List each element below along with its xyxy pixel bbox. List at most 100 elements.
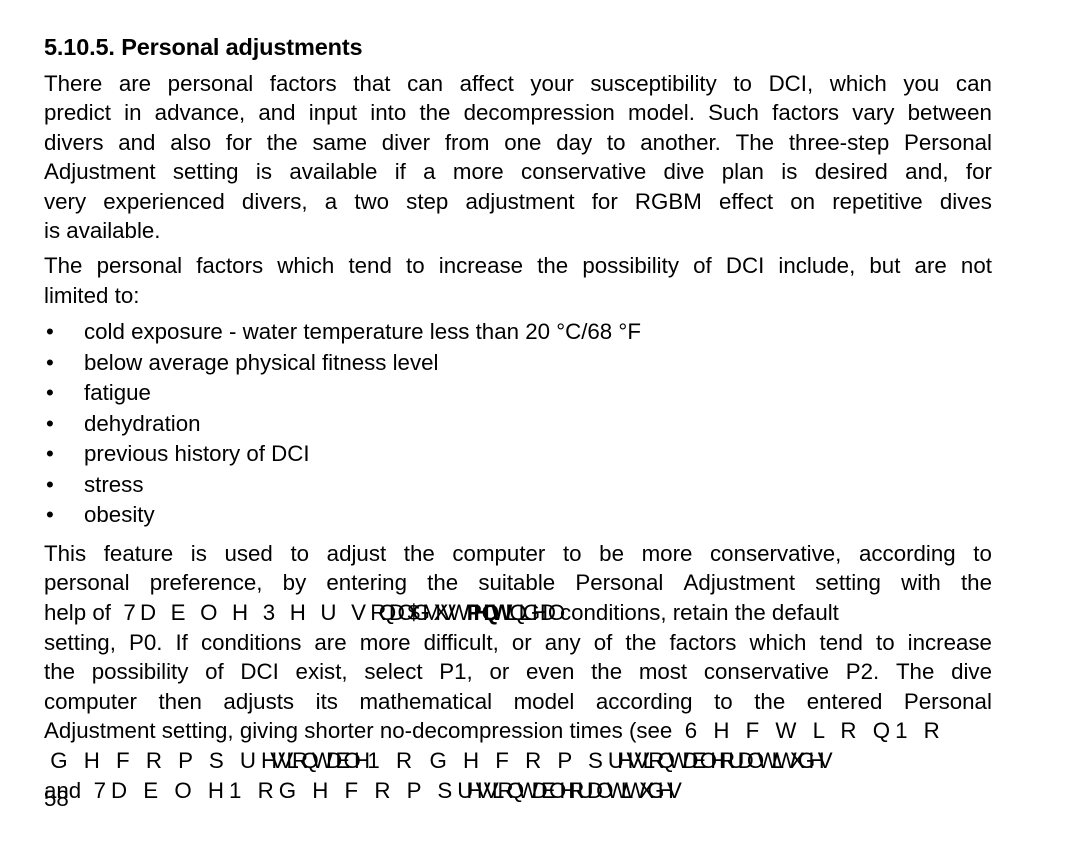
line-word: factors: [772, 100, 840, 126]
line-word: for: [225, 129, 252, 155]
line-word: divers,: [241, 188, 308, 214]
line-word: possibility: [91, 659, 189, 685]
line-word: possibility: [582, 253, 679, 279]
line-word: DCI,: [768, 70, 814, 96]
corrupt-glyphs-clear: 7D E O H: [93, 777, 229, 803]
line-word: according: [595, 688, 693, 714]
line-word: dive: [663, 159, 705, 185]
line-word: then: [158, 688, 202, 714]
paragraph-line: limited to:: [44, 282, 140, 308]
line-word: factors: [669, 629, 737, 655]
bullet-icon: •: [46, 471, 54, 497]
paragraph-line: very experienced divers, a two step adjustment…: [44, 187, 992, 217]
line-word: entered: [806, 688, 883, 714]
line-word: computer: [452, 540, 546, 566]
corrupt-glyphs-clear: G H F R P S: [429, 747, 608, 773]
line-word: personal: [167, 70, 254, 96]
line-word: of: [693, 253, 712, 279]
intro-paragraph: There are personal factors that can affect your…: [44, 69, 992, 247]
line-word: two: [354, 188, 390, 214]
list-item: • previous history of DCI: [44, 439, 992, 470]
list-item-label: cold exposure - water temperature less t…: [84, 319, 641, 345]
corrupt-glyphs-overlapping: UHVVLRQWDEOHIRUDOWLWXGHV: [607, 747, 833, 773]
line-word: and,: [905, 159, 949, 185]
line-word: and: [118, 129, 156, 155]
corrupt-glyphs-overlapping: R Q D O $ G M X V W: [370, 599, 469, 625]
line-word: with: [901, 570, 941, 596]
list-item-label: obesity: [84, 502, 155, 528]
list-item-label: below average physical fitness level: [84, 349, 439, 375]
paragraph-line-with-corrupt-ref: help of 7D E O H 3 H U VR Q D O $ G M X …: [44, 598, 992, 628]
line-word: that: [353, 70, 391, 96]
list-item: • fatigue: [44, 378, 992, 409]
line-word: There: [44, 70, 103, 96]
paragraph-line-with-corrupt-ref: and 7D E O H1 RG H F R P SUHVVLRQWDEOHIR…: [44, 776, 992, 806]
corrupt-glyphs-clear: 6 H F W L R Q: [684, 718, 896, 744]
corrupt-glyphs-clear: 7D E O H 3 H U V: [123, 599, 371, 625]
line-word: conservative,: [710, 540, 842, 566]
line-word: increase: [907, 629, 992, 655]
paragraph-line: There are personal factors that can affect your…: [44, 69, 992, 99]
line-word: adjust: [326, 540, 387, 566]
line-word: If: [175, 629, 188, 655]
line-word: RGBM: [634, 188, 702, 214]
bullet-icon: •: [46, 349, 54, 375]
line-word: adjusts: [223, 688, 295, 714]
corrupted-decompression-table-reference-b: G H F R P SUHVVLRQWDEOHIRUDOWLWXGHV: [429, 747, 833, 773]
line-word: feature: [103, 540, 174, 566]
line-word: any: [544, 629, 581, 655]
line-word: advance,: [154, 100, 246, 126]
line-word: adjustment: [465, 188, 575, 214]
line-word: conditions: [200, 629, 302, 655]
corrupt-glyphs-tail: LQLGHDO: [505, 599, 565, 625]
list-item: • dehydration: [44, 409, 992, 440]
line-word: The: [895, 659, 935, 685]
paragraph-line: the possibility of DCI exist, select P1, or even…: [44, 657, 992, 687]
paragraph-line: computer then adjusts its mathematical model a…: [44, 687, 992, 717]
line-word: also: [170, 129, 212, 155]
line-word: to: [562, 540, 582, 566]
bullet-icon: •: [46, 380, 54, 406]
line-word: to: [606, 129, 626, 155]
list-item: • below average physical fitness level: [44, 348, 992, 379]
line-word: P0.: [128, 629, 163, 655]
line-word: suitable: [478, 570, 556, 596]
line-word: your: [530, 70, 574, 96]
line-word: tend: [348, 253, 392, 279]
usage-paragraph: This feature is used to adjust the computer to be…: [44, 539, 992, 805]
line-word: mathematical: [359, 688, 493, 714]
paragraph-line: is available.: [44, 218, 161, 244]
line-word: is: [781, 159, 798, 185]
line-word: Adjustment: [44, 159, 156, 185]
corrupt-glyphs-clear: G H F R P S U: [50, 747, 261, 773]
document-page: 5.10.5. Personal adjustments There are per…: [0, 0, 1080, 855]
corrupt-glyphs-tail: 1 R: [367, 747, 418, 773]
line-word: of: [205, 659, 224, 685]
paragraph-line: personal preference, by entering the suitable…: [44, 568, 992, 598]
paragraph-line: setting, P0. If conditions are more difficult,…: [44, 628, 992, 658]
paragraph-line: Adjustment setting is available if a more conse…: [44, 157, 992, 187]
line-word: dives: [939, 188, 992, 214]
line-word: if: [394, 159, 406, 185]
line-word: the: [591, 659, 623, 685]
line-word: and: [258, 100, 296, 126]
line-word: Such: [708, 100, 759, 126]
line-word: according: [859, 540, 956, 566]
line-word: tend: [819, 629, 863, 655]
line-word: plan: [721, 159, 764, 185]
line-word: predict: [44, 100, 111, 126]
line-word: to: [973, 540, 992, 566]
paragraph-line: This feature is used to adjust the computer to be…: [44, 539, 992, 569]
line-word: another.: [640, 129, 721, 155]
line-word: decompression: [463, 100, 615, 126]
line-word: in: [124, 100, 142, 126]
line-word: repetitive: [832, 188, 923, 214]
line-word: a: [423, 159, 436, 185]
line-word: Personal: [903, 129, 992, 155]
line-word: Personal: [575, 570, 664, 596]
line-prefix-text: Adjustment setting, giving shorter no-de…: [44, 718, 673, 744]
line-word: to: [406, 253, 425, 279]
paragraph-line: The personal factors which tend to increase the…: [44, 251, 992, 281]
line-word: the: [625, 629, 657, 655]
line-word: increase: [438, 253, 524, 279]
